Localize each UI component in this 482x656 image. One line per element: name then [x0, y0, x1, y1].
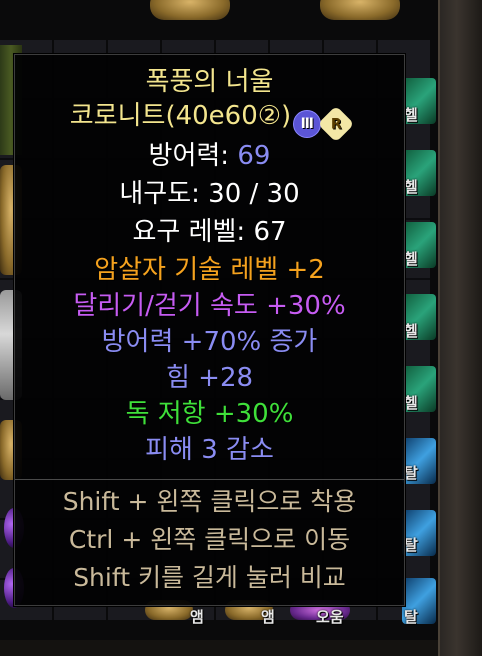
inventory-slot-label: 헬 — [404, 394, 418, 412]
armor-stat: 방어력: 69 — [15, 139, 404, 173]
affix-line: 방어력 +70% 증가 — [101, 327, 318, 357]
affix-line: 암살자 기술 레벨 +2 — [94, 255, 325, 285]
armor-value: 69 — [237, 141, 271, 171]
hint-compare: Shift 키를 길게 눌러 비교 — [73, 563, 346, 592]
tooltip-divider — [15, 479, 404, 480]
hint-equip: Shift + 왼쪽 클릭으로 착용 — [62, 487, 357, 516]
rarity-badge-icon: R — [317, 105, 355, 143]
durability-stat: 내구도: 30 / 30 — [119, 179, 300, 209]
affix-line: 독 저항 +30% — [125, 399, 294, 429]
inventory-slot-label: 헬 — [404, 178, 418, 196]
inventory-slot-label: 앰 — [190, 608, 204, 626]
armor-label: 방어력: — [148, 141, 230, 171]
gold-item[interactable] — [320, 0, 400, 20]
item-name: 폭풍의 너울 — [145, 67, 274, 97]
inventory-slot-label: 앰 — [261, 608, 275, 626]
rarity-badge-letter: R — [330, 116, 342, 132]
inventory-slot-label: 헬 — [404, 250, 418, 268]
inventory-slot-label: 탈 — [404, 608, 418, 626]
inventory-slot-label: 탈 — [404, 536, 418, 554]
inventory-slot-label: 헬 — [404, 322, 418, 340]
inventory-slot-label: 헬 — [404, 106, 418, 124]
tier-badge-icon: Ⅲ — [293, 110, 322, 138]
gold-item[interactable] — [150, 0, 230, 20]
item-base-type-row: 코로니트(40e60②) Ⅲ R — [15, 99, 404, 143]
item-base-type: 코로니트(40e60②) — [69, 101, 292, 131]
window-frame — [438, 0, 482, 656]
affix-line: 피해 3 감소 — [145, 435, 274, 465]
item-tooltip: 폭풍의 너울 코로니트(40e60②) Ⅲ R 방어력: 69 내구도: 30 / … — [14, 54, 405, 606]
hint-move: Ctrl + 왼쪽 클릭으로 이동 — [68, 525, 351, 554]
affix-line: 달리기/걷기 속도 +30% — [73, 291, 346, 321]
affix-line: 힘 +28 — [165, 363, 254, 393]
inventory-slot-label: 오움 — [316, 608, 344, 626]
inventory-slot-label: 탈 — [404, 464, 418, 482]
required-level-stat: 요구 레벨: 67 — [132, 217, 287, 247]
